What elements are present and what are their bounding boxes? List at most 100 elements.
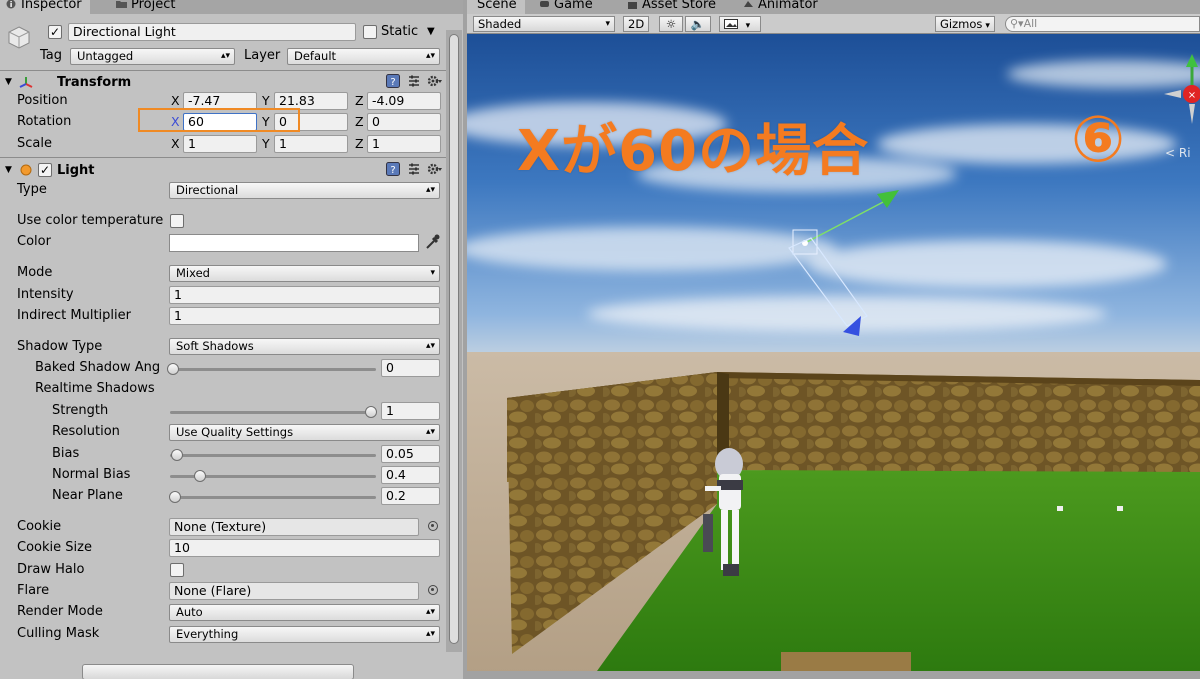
preset-sliders-icon[interactable] (407, 74, 421, 88)
scale-x-axis[interactable]: X (171, 136, 180, 151)
baked-shadow-angle-slider[interactable] (170, 368, 376, 371)
transform-header[interactable]: ▼ Transform ? (0, 73, 446, 93)
gear-icon[interactable] (427, 162, 442, 176)
inspector-scrollbar[interactable] (446, 30, 462, 652)
scale-z-axis[interactable]: Z (355, 136, 364, 151)
bias-slider-handle[interactable] (171, 449, 183, 461)
scale-x-field[interactable]: 1 (183, 135, 257, 153)
foldout-arrow-icon[interactable]: ▼ (5, 77, 12, 87)
scale-y-axis[interactable]: Y (262, 136, 270, 151)
indirect-multiplier-field[interactable]: 1 (169, 307, 440, 325)
dropdown-arrow-icon: ▴▾ (425, 629, 435, 639)
intensity-field[interactable]: 1 (169, 286, 440, 304)
tab-scene[interactable]: Scene (467, 0, 525, 14)
shading-mode-dropdown[interactable]: Shaded ▾ (473, 16, 615, 32)
tag-label: Tag (40, 48, 63, 63)
help-book-icon[interactable]: ? (386, 74, 400, 88)
strength-field[interactable]: 1 (381, 402, 440, 420)
bias-field[interactable]: 0.05 (381, 445, 440, 463)
effects-image-icon[interactable]: ▾ (719, 16, 761, 32)
scene-search-input[interactable]: ⚲▾All (1005, 16, 1200, 32)
object-name-field[interactable]: Directional Light (68, 23, 356, 41)
dropdown-arrow-icon: ▾ (605, 19, 610, 29)
cookie-size-label: Cookie Size (17, 540, 92, 555)
tab-project[interactable]: Project (110, 0, 183, 14)
static-checkbox[interactable] (363, 25, 377, 39)
draw-halo-checkbox[interactable] (170, 563, 184, 577)
audio-speaker-icon[interactable]: 🔈 (685, 16, 711, 32)
render-mode-label: Render Mode (17, 604, 103, 619)
position-z-field[interactable]: -4.09 (367, 92, 441, 110)
animator-icon (743, 0, 754, 9)
scrollbar-thumb[interactable] (449, 34, 459, 644)
indirect-multiplier-label: Indirect Multiplier (17, 308, 131, 323)
bias-slider[interactable] (170, 454, 376, 457)
eyedropper-icon[interactable] (424, 233, 440, 251)
resolution-label: Resolution (52, 424, 120, 439)
resolution-dropdown[interactable]: Use Quality Settings ▴▾ (169, 424, 440, 441)
baked-shadow-angle-slider-handle[interactable] (167, 363, 179, 375)
cookie-label: Cookie (17, 519, 62, 534)
inspector-tabbar: Inspector Project (0, 0, 463, 14)
layer-dropdown[interactable]: Default ▴▾ (287, 48, 440, 65)
baked-shadow-angle-field[interactable]: 0 (381, 359, 440, 377)
rotation-z-axis[interactable]: Z (355, 114, 364, 129)
tab-game[interactable]: Game (533, 0, 601, 14)
intensity-label: Intensity (17, 287, 74, 302)
position-z-axis[interactable]: Z (355, 93, 364, 108)
color-label: Color (17, 234, 51, 249)
normal-bias-field[interactable]: 0.4 (381, 466, 440, 484)
normal-bias-label: Normal Bias (52, 467, 131, 482)
strength-slider-handle[interactable] (365, 406, 377, 418)
scale-z-field[interactable]: 1 (367, 135, 441, 153)
rotation-z-field[interactable]: 0 (367, 113, 441, 131)
near-plane-slider-handle[interactable] (169, 491, 181, 503)
active-checkbox[interactable]: ✓ (48, 25, 62, 39)
normal-bias-slider-handle[interactable] (194, 470, 206, 482)
gear-icon[interactable] (427, 74, 442, 88)
dropdown-arrow-icon: ▴▾ (425, 427, 435, 437)
strength-slider[interactable] (170, 411, 376, 414)
info-icon (6, 0, 17, 9)
use-color-temperature-label: Use color temperature (17, 213, 164, 228)
static-label: Static (381, 24, 419, 39)
tab-inspector[interactable]: Inspector (0, 0, 90, 14)
shadow-type-dropdown[interactable]: Soft Shadows ▴▾ (169, 338, 440, 355)
tab-animator[interactable]: Animator (737, 0, 826, 14)
gizmo-view-label[interactable]: < Ri (1165, 146, 1191, 160)
near-plane-slider[interactable] (170, 496, 376, 499)
static-dropdown-arrow[interactable]: ▼ (427, 24, 435, 40)
light-header[interactable]: ▼ ✓ Light ? (0, 161, 446, 181)
tab-asset-store[interactable]: Asset Store (621, 0, 724, 14)
gizmos-dropdown[interactable]: Gizmos ▾ (935, 16, 995, 32)
add-component-button-partial[interactable] (82, 664, 354, 679)
render-mode-dropdown[interactable]: Auto ▴▾ (169, 604, 440, 621)
preset-sliders-icon[interactable] (407, 162, 421, 176)
dropdown-arrow-icon: ▴▾ (425, 341, 435, 351)
use-color-temperature-checkbox[interactable] (170, 214, 184, 228)
lighting-sun-icon[interactable]: ☼ (659, 16, 683, 32)
object-picker-icon[interactable] (428, 585, 438, 595)
scene-viewport[interactable]: × Xが60の場合 ⑥ < Ri (467, 34, 1200, 671)
position-x-axis[interactable]: X (171, 93, 180, 108)
foldout-arrow-icon[interactable]: ▼ (5, 165, 12, 175)
scale-y-field[interactable]: 1 (274, 135, 348, 153)
cookie-size-field[interactable]: 10 (169, 539, 440, 557)
culling-mask-label: Culling Mask (17, 626, 100, 641)
rotation-label: Rotation (17, 114, 72, 129)
mode-label: Mode (17, 265, 53, 280)
cookie-object-field[interactable]: None (Texture) (169, 518, 419, 536)
help-book-icon[interactable]: ? (386, 162, 400, 176)
annotation-title-text: Xが60の場合 (517, 119, 870, 184)
color-swatch[interactable] (169, 234, 419, 252)
culling-mask-dropdown[interactable]: Everything ▴▾ (169, 626, 440, 643)
light-enabled-checkbox[interactable]: ✓ (38, 163, 52, 177)
near-plane-field[interactable]: 0.2 (381, 487, 440, 505)
flare-object-field[interactable]: None (Flare) (169, 582, 419, 600)
type-dropdown[interactable]: Directional ▴▾ (169, 182, 440, 199)
object-picker-icon[interactable] (428, 521, 438, 531)
tag-dropdown[interactable]: Untagged ▴▾ (70, 48, 235, 65)
position-y-axis[interactable]: Y (262, 93, 270, 108)
2d-toggle-button[interactable]: 2D (623, 16, 649, 32)
mode-dropdown[interactable]: Mixed ▾ (169, 265, 440, 282)
